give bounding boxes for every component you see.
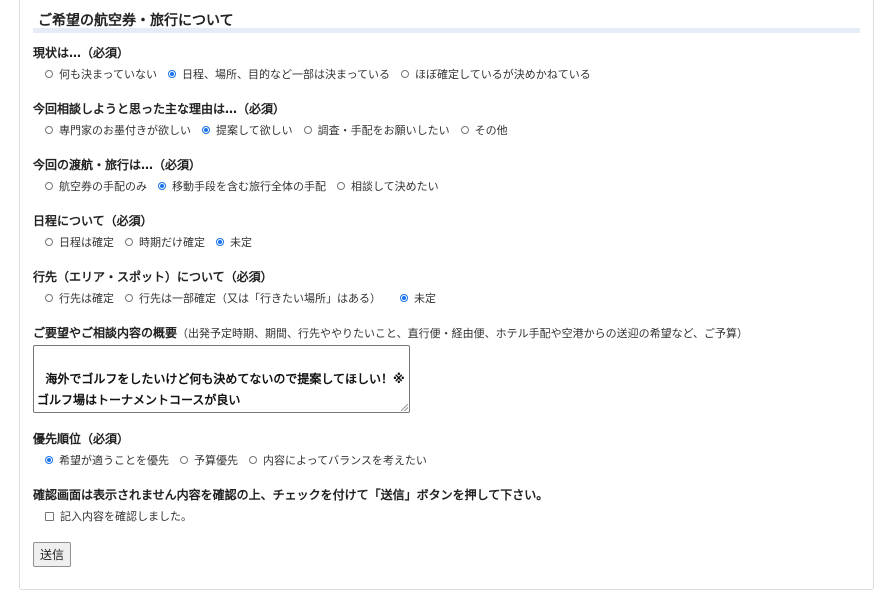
radio-option[interactable]: ほぼ確定しているが決めかねている	[401, 66, 591, 82]
radio-button[interactable]	[125, 238, 133, 246]
radio-label: 未定	[230, 236, 252, 249]
radio-label: その他	[474, 124, 508, 137]
radio-label: 内容によってバランスを考えたい	[263, 454, 427, 467]
question-label-schedule: 日程について（必須）	[33, 214, 153, 228]
confirm-row: 記入内容を確認しました。	[45, 508, 203, 524]
radio-button[interactable]	[45, 456, 53, 464]
question-label-status: 現状は…（必須）	[33, 46, 130, 60]
radio-button[interactable]	[168, 70, 177, 78]
radio-button[interactable]	[216, 238, 224, 246]
radio-button[interactable]	[303, 126, 312, 134]
radio-option[interactable]: 移動手段を含む旅行全体の手配	[158, 178, 326, 194]
radio-option[interactable]: 相談して決めたい	[337, 178, 439, 194]
radio-group-reason: 専門家のお墨付きが欲しい 提案して欲しい 調査・手配をお願いしたい その他	[45, 122, 519, 138]
overview-textarea[interactable]: 海外でゴルフをしたいけど何も決めてないので提案してほしい！※ ゴルフ場はトーナメ…	[33, 345, 410, 413]
radio-option[interactable]: 内容によってバランスを考えたい	[249, 452, 427, 468]
radio-group-priority: 希望が適うことを優先 予算優先 内容によってバランスを考えたい	[45, 452, 438, 468]
radio-button[interactable]	[400, 294, 408, 302]
confirm-checkbox[interactable]	[45, 511, 54, 521]
radio-label: 相談して決めたい	[351, 180, 439, 193]
confirm-checkbox-label: 記入内容を確認しました。	[60, 510, 192, 523]
radio-option[interactable]: 調査・手配をお願いしたい	[303, 122, 450, 138]
radio-option[interactable]: 予算優先	[180, 452, 238, 468]
radio-option[interactable]: 行先は確定	[45, 290, 114, 306]
radio-option[interactable]: 専門家のお墨付きが欲しい	[45, 122, 191, 138]
radio-option[interactable]: 時期だけ確定	[125, 234, 205, 250]
radio-option[interactable]: 何も決まっていない	[45, 66, 157, 82]
radio-option[interactable]: 航空券の手配のみ	[45, 178, 147, 194]
radio-option[interactable]: 希望が適うことを優先	[45, 452, 169, 468]
section-title: ご希望の航空券・旅行について	[38, 13, 234, 29]
confirm-instruction: 確認画面は表示されません内容を確認の上、チェックを付けて「送信」ボタンを押して下…	[33, 488, 549, 502]
radio-option[interactable]: その他	[460, 122, 508, 138]
radio-label: 行先は確定	[59, 292, 114, 305]
submit-button[interactable]: 送信	[33, 542, 71, 567]
overview-value: 海外でゴルフをしたいけど何も決めてないので提案してほしい！※ ゴルフ場はトーナメ…	[37, 372, 405, 407]
radio-button[interactable]	[45, 126, 53, 134]
radio-label: 行先は一部確定（又は「行きたい場所」はある）	[139, 292, 381, 305]
question-label-trip-type: 今回の渡航・旅行は…（必須）	[33, 158, 202, 172]
radio-group-trip-type: 航空券の手配のみ 移動手段を含む旅行全体の手配 相談して決めたい	[45, 178, 450, 194]
radio-option[interactable]: 提案して欲しい	[202, 122, 293, 138]
radio-label: 提案して欲しい	[216, 124, 293, 137]
radio-label: ほぼ確定しているが決めかねている	[415, 68, 591, 81]
radio-label: 予算優先	[194, 454, 238, 467]
radio-button[interactable]	[202, 126, 210, 134]
question-label-priority: 優先順位（必須）	[33, 432, 130, 446]
radio-button[interactable]	[45, 294, 53, 302]
radio-button[interactable]	[158, 182, 166, 190]
radio-group-destination: 行先は確定 行先は一部確定（又は「行きたい場所」はある） 未定	[45, 290, 447, 306]
radio-group-status: 何も決まっていない 日程、場所、目的など一部は決まっている ほぼ確定しているが決…	[45, 66, 602, 82]
radio-button[interactable]	[401, 70, 410, 78]
resize-grip-icon[interactable]	[401, 404, 408, 411]
question-label-reason: 今回相談しようと思った主な理由は…（必須）	[33, 102, 286, 116]
question-label-destination: 行先（エリア・スポット）について（必須）	[33, 270, 273, 284]
radio-label: 未定	[414, 292, 436, 305]
radio-button[interactable]	[125, 294, 133, 302]
radio-button[interactable]	[45, 238, 53, 246]
radio-option[interactable]: 行先は一部確定（又は「行きたい場所」はある）	[125, 290, 381, 306]
overview-label-text: ご要望やご相談内容の概要	[33, 326, 178, 340]
radio-button[interactable]	[460, 126, 469, 134]
radio-option[interactable]: 日程は確定	[45, 234, 114, 250]
radio-label: 日程は確定	[59, 236, 114, 249]
radio-label: 専門家のお墨付きが欲しい	[59, 124, 191, 137]
overview-note: （出発予定時期、期間、行先ややりたいこと、直行便・経由便、ホテル手配や空港からの…	[177, 327, 749, 340]
radio-button[interactable]	[249, 456, 257, 464]
radio-button[interactable]	[180, 456, 188, 464]
radio-label: 日程、場所、目的など一部は決まっている	[182, 68, 391, 81]
confirm-checkbox-option[interactable]: 記入内容を確認しました。	[45, 508, 192, 524]
radio-button[interactable]	[337, 182, 345, 190]
radio-label: 時期だけ確定	[139, 236, 205, 249]
radio-label: 何も決まっていない	[59, 68, 158, 81]
radio-label: 航空券の手配のみ	[59, 180, 147, 193]
radio-group-schedule: 日程は確定 時期だけ確定 未定	[45, 234, 263, 250]
overview-label: ご要望やご相談内容の概要（出発予定時期、期間、行先ややりたいこと、直行便・経由便…	[33, 324, 748, 341]
radio-label: 希望が適うことを優先	[59, 454, 169, 467]
radio-option[interactable]: 未定	[216, 234, 252, 250]
radio-button[interactable]	[45, 70, 53, 78]
title-divider	[33, 28, 860, 33]
radio-button[interactable]	[45, 182, 53, 190]
radio-label: 調査・手配をお願いしたい	[317, 124, 450, 137]
radio-label: 移動手段を含む旅行全体の手配	[172, 180, 326, 193]
radio-option[interactable]: 未定	[400, 290, 436, 306]
radio-option[interactable]: 日程、場所、目的など一部は決まっている	[168, 66, 390, 82]
